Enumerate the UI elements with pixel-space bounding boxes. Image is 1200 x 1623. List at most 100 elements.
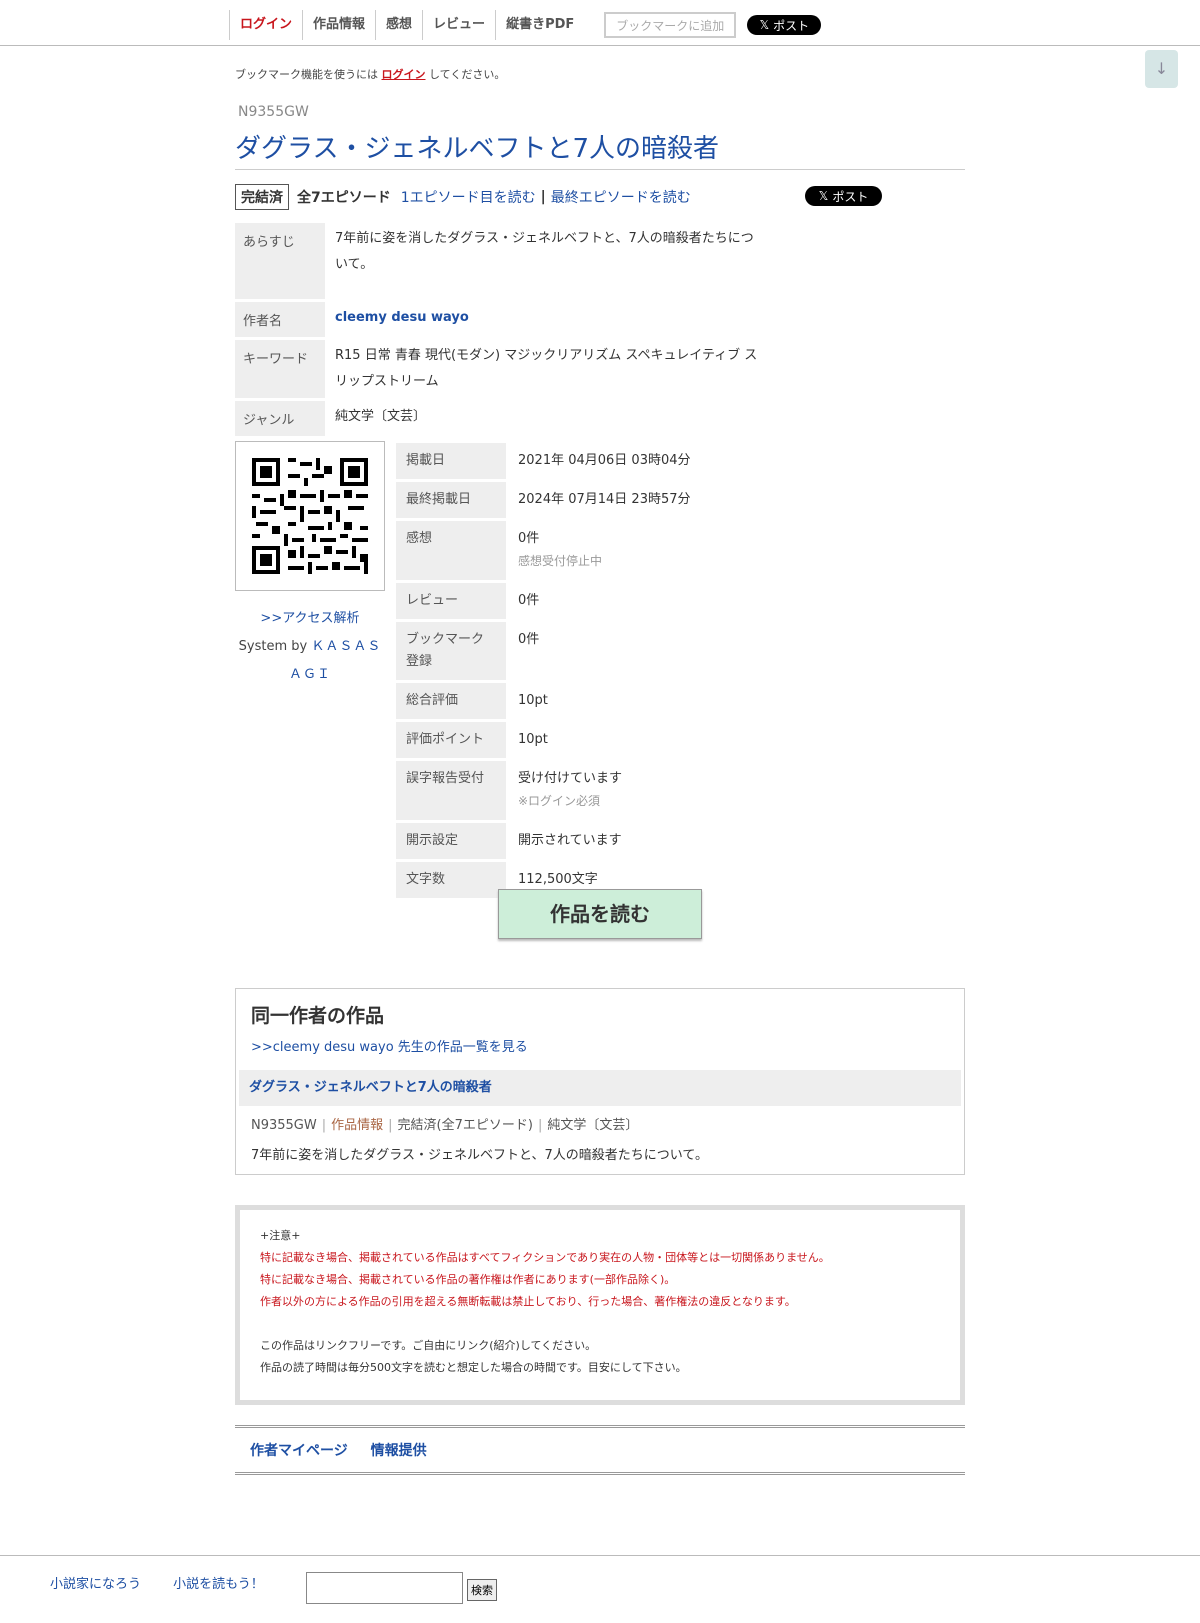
top-nav: ログイン 作品情報 感想 レビュー 縦書きPDF ブックマークに追加 𝕏 ポスト: [229, 10, 822, 40]
stats-value-posted: 2021年 04月06日 03時04分: [518, 453, 691, 468]
stats-label: 最終掲載日: [396, 482, 506, 518]
info-report-link[interactable]: 情報提供: [371, 1443, 427, 1459]
ncode: N9355GW: [238, 104, 309, 120]
info-value-keywords: R15 日常 青春 現代(モダン) マジックリアリズム スペキュレイティブ スリ…: [335, 348, 758, 389]
same-author-item-title: ダグラス・ジェネルベフトと7人の暗殺者: [239, 1070, 961, 1106]
stats-label: 掲載日: [396, 443, 506, 479]
same-author-item-meta: N9355GW | 作品情報 | 完結済(全7エピソード) | 純文学〔文芸〕: [251, 1118, 639, 1133]
footer-link-narou[interactable]: 小説家になろう: [50, 1577, 141, 1592]
item-genre: 純文学〔文芸〕: [547, 1118, 639, 1133]
author-works-list-link[interactable]: >>cleemy desu wayo 先生の作品一覧を見る: [251, 1036, 528, 1055]
x-post-button[interactable]: 𝕏 ポスト: [805, 186, 882, 206]
footer-link-yomou[interactable]: 小説を読もう！: [173, 1577, 264, 1592]
bookmark-add-button[interactable]: ブックマークに追加: [604, 12, 737, 38]
nav-vertical-pdf[interactable]: 縦書きPDF: [495, 10, 584, 40]
stats-value-bookmarks: 0件: [518, 632, 540, 647]
item-info-link[interactable]: 作品情報: [331, 1118, 383, 1133]
item-ncode: N9355GW: [251, 1118, 317, 1133]
stats-row: 感想 0件感想受付停止中: [396, 521, 830, 580]
impressions-count: 0件: [518, 531, 540, 546]
stats-row: 総合評価 10pt: [396, 683, 830, 719]
stats-row: 最終掲載日 2024年 07月14日 23時57分: [396, 482, 830, 518]
divider: [235, 1425, 965, 1428]
stats-row: 開示設定 開示されています: [396, 823, 830, 859]
info-label: あらすじ: [235, 223, 325, 299]
author-link[interactable]: cleemy desu wayo: [325, 302, 775, 337]
stats-row: ブックマーク登録 0件: [396, 622, 830, 680]
bookmark-note-login-link[interactable]: ログイン: [382, 68, 426, 81]
notice-line: この作品はリンクフリーです。ご自由にリンク(紹介)してください。: [260, 1339, 597, 1352]
arrow-down-icon: ↓: [1154, 59, 1169, 78]
x-logo-icon: 𝕏: [759, 18, 770, 32]
footer: 小説家になろう 小説を読もう！ 検索: [0, 1555, 1200, 1623]
search-button[interactable]: 検索: [467, 1579, 497, 1601]
qr-code-image: [252, 458, 368, 574]
stats-label: 文字数: [396, 862, 506, 898]
nav-login[interactable]: ログイン: [229, 10, 302, 40]
impressions-status: 感想受付停止中: [518, 554, 603, 568]
stats-value-disclosure: 開示されています: [518, 833, 622, 848]
stats-value-rating-points: 10pt: [518, 732, 548, 747]
novel-info-table: あらすじ 7年前に姿を消したダグラス・ジェネルベフトと、7人の暗殺者たちについて…: [235, 220, 775, 439]
stats-label: ブックマーク登録: [396, 622, 506, 680]
info-label: 作者名: [235, 302, 325, 337]
scroll-down-button[interactable]: ↓: [1145, 50, 1178, 88]
stats-row: 誤字報告受付 受け付けています ※ログイン必須: [396, 761, 830, 820]
x-post-label: ポスト: [773, 18, 810, 33]
divider: [235, 1472, 965, 1475]
author-mypage-link[interactable]: 作者マイページ: [250, 1443, 348, 1459]
same-author-section: 同一作者の作品 >>cleemy desu wayo 先生の作品一覧を見る ダグ…: [235, 988, 965, 1175]
nav-novel-info[interactable]: 作品情報: [302, 10, 375, 40]
item-status: 完結済(全7エピソード): [397, 1118, 533, 1133]
nav-review[interactable]: レビュー: [422, 10, 495, 40]
info-row-keywords: キーワード R15 日常 青春 現代(モダン) マジックリアリズム スペキュレイ…: [235, 340, 775, 398]
bookmark-note: ブックマーク機能を使うには ログイン してください。: [235, 66, 505, 82]
search-input[interactable]: [306, 1572, 463, 1604]
same-author-item-link[interactable]: ダグラス・ジェネルベフトと7人の暗殺者: [249, 1080, 492, 1095]
info-value-genre: 純文学〔文芸〕: [335, 409, 427, 424]
top-bar: ログイン 作品情報 感想 レビュー 縦書きPDF ブックマークに追加 𝕏 ポスト: [0, 0, 1200, 46]
typo-report-note: ※ログイン必須: [518, 794, 601, 808]
novel-title: ダグラス・ジェネルベフトと7人の暗殺者: [235, 134, 720, 164]
stats-label: 感想: [396, 521, 506, 580]
bookmark-note-prefix: ブックマーク機能を使うには: [235, 68, 378, 81]
nav-impressions[interactable]: 感想: [375, 10, 422, 40]
episode-count: 全7エピソード: [297, 190, 391, 206]
info-label: キーワード: [235, 340, 325, 398]
stats-label: 誤字報告受付: [396, 761, 506, 820]
x-post-button-top[interactable]: 𝕏 ポスト: [747, 15, 822, 35]
stats-row: レビュー 0件: [396, 583, 830, 619]
x-post-label: ポスト: [832, 189, 869, 204]
same-author-heading: 同一作者の作品: [251, 1005, 385, 1027]
status-badge: 完結済: [235, 184, 289, 210]
system-by-label: System by: [238, 639, 308, 654]
notice-line: 特に記載なき場合、掲載されている作品の著作権は作者にあります(一部作品除く)。: [260, 1273, 676, 1286]
bottom-links: 作者マイページ 情報提供: [250, 1440, 445, 1460]
status-row: 完結済 全7エピソード 1エピソード目を読む | 最終エピソードを読む: [235, 184, 691, 210]
notice-line: 作品の読了時間は毎分500文字を読むと想定した場合の時間です。目安にして下さい。: [260, 1361, 687, 1374]
read-novel-button[interactable]: 作品を読む: [498, 889, 702, 939]
link-separator: |: [540, 189, 546, 205]
stats-label: 評価ポイント: [396, 722, 506, 758]
read-last-episode-link[interactable]: 最終エピソードを読む: [551, 187, 691, 207]
stats-value-reviews: 0件: [518, 593, 540, 608]
stats-value-total-rating: 10pt: [518, 693, 548, 708]
info-row-summary: あらすじ 7年前に姿を消したダグラス・ジェネルベフトと、7人の暗殺者たちについて…: [235, 223, 775, 299]
info-row-genre: ジャンル 純文学〔文芸〕: [235, 401, 775, 436]
info-label: ジャンル: [235, 401, 325, 436]
stats-value-last-posted: 2024年 07月14日 23時57分: [518, 492, 691, 507]
bookmark-note-suffix: してください。: [429, 68, 506, 81]
access-analysis-link[interactable]: >>アクセス解析: [260, 611, 359, 626]
stats-label: 開示設定: [396, 823, 506, 859]
notice-box: +注意+ 特に記載なき場合、掲載されている作品はすべてフィクションであり実在の人…: [235, 1205, 965, 1405]
novel-stats-table: 掲載日 2021年 04月06日 03時04分 最終掲載日 2024年 07月1…: [396, 440, 830, 901]
x-logo-icon: 𝕏: [818, 189, 829, 203]
access-analysis: >>アクセス解析 System by ＫＡＳＡＳＡＧＩ: [235, 605, 385, 689]
read-first-episode-link[interactable]: 1エピソード目を読む: [401, 187, 536, 207]
info-value-summary: 7年前に姿を消したダグラス・ジェネルベフトと、7人の暗殺者たちについて。: [335, 231, 754, 272]
title-divider: [235, 169, 965, 170]
footer-links: 小説家になろう 小説を読もう！: [50, 1573, 292, 1592]
qr-code: [235, 441, 385, 591]
typo-report-status: 受け付けています: [518, 771, 623, 786]
stats-value-typo-report: 受け付けています ※ログイン必須: [506, 761, 830, 820]
